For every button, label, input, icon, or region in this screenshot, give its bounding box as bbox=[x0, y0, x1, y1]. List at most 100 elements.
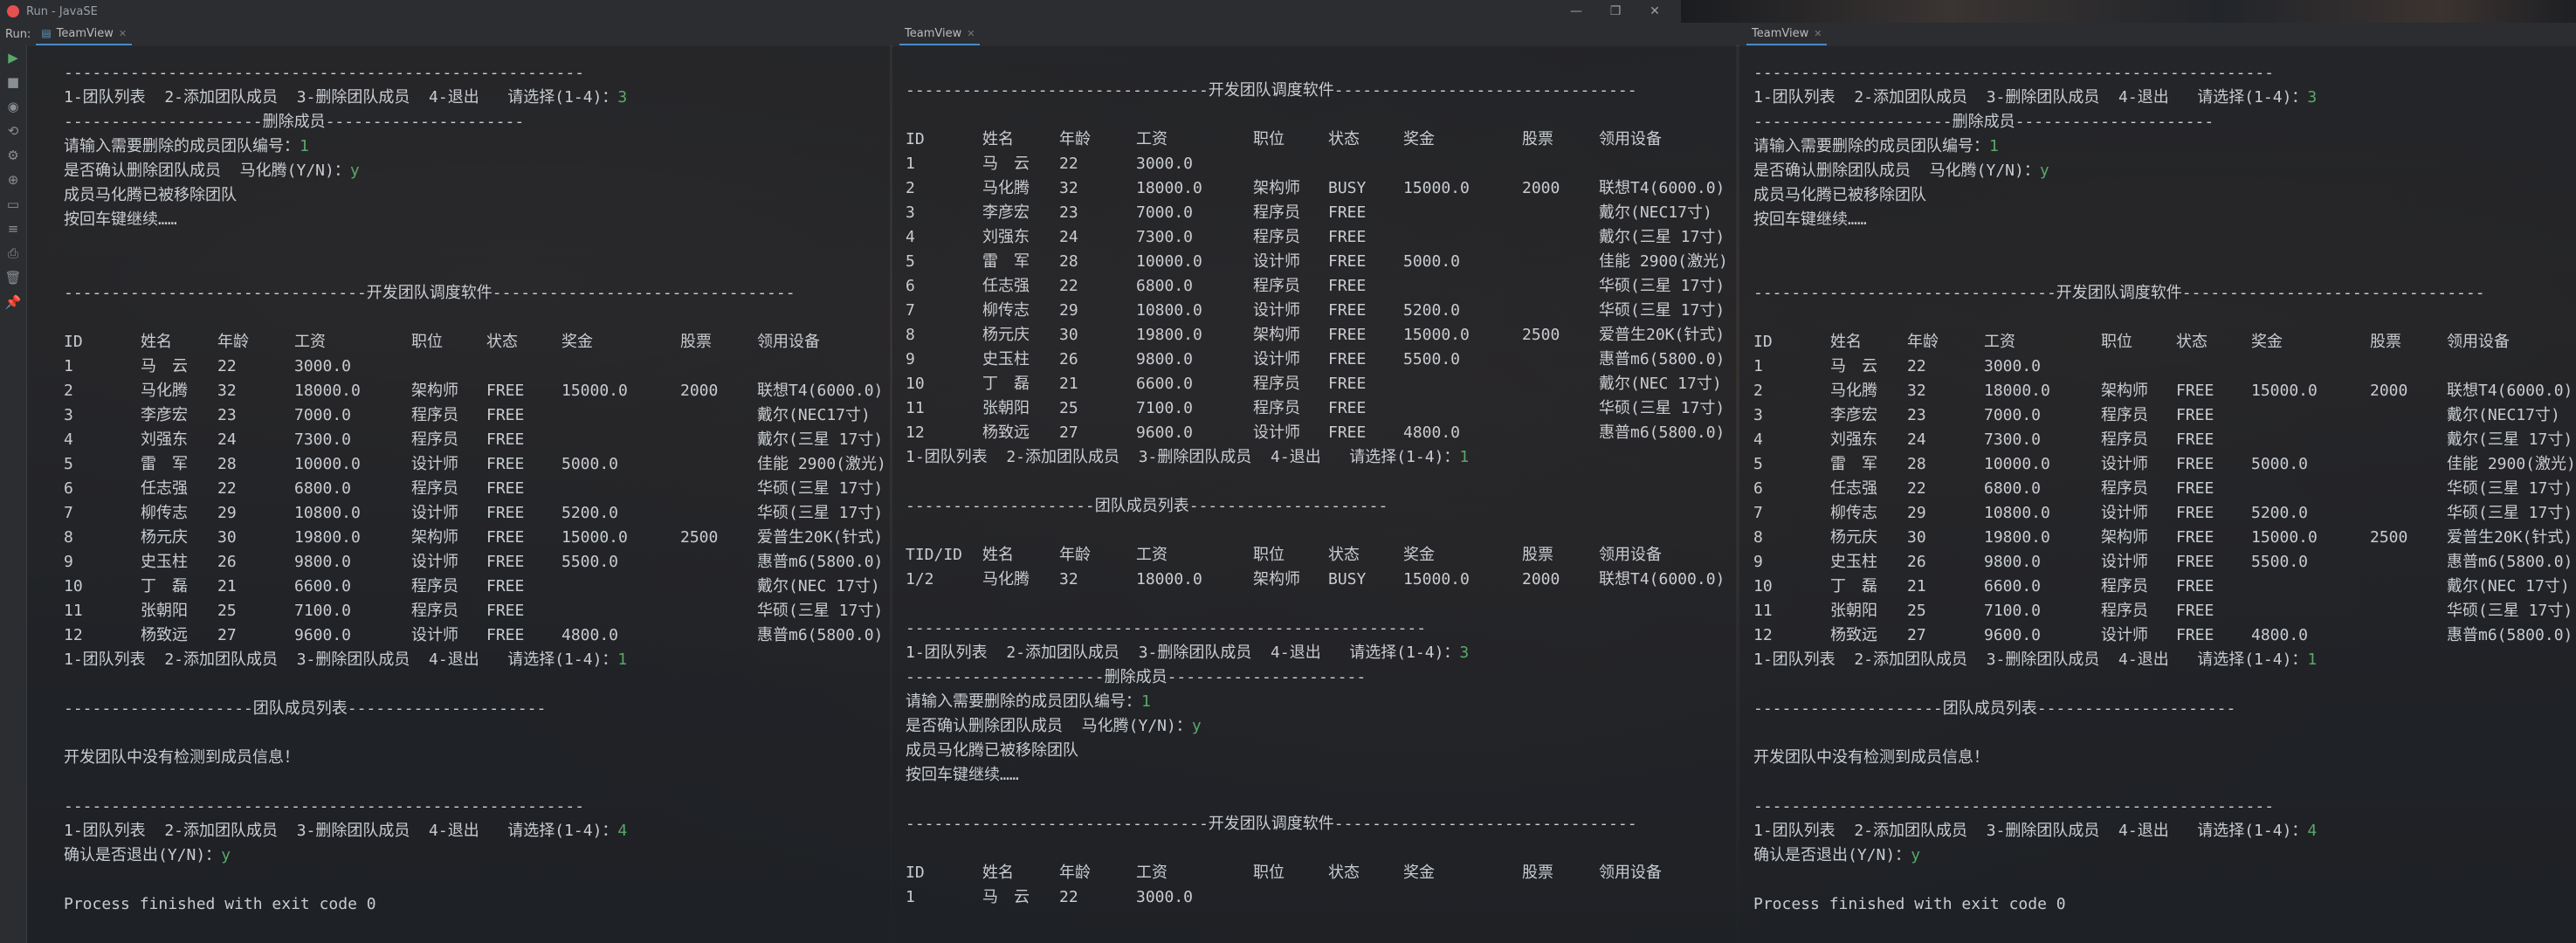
cell-role: 程序员 bbox=[1253, 399, 1300, 417]
cell-status: FREE bbox=[486, 626, 525, 644]
run-tabbar-2: TeamView ✕ bbox=[891, 23, 1738, 46]
cell-bonus: 奖金 bbox=[2251, 333, 2283, 351]
cell-name: 张朝阳 bbox=[141, 602, 188, 620]
restore-layout-icon[interactable]: ⟲ bbox=[0, 119, 26, 143]
console-pane-left[interactable]: ----------------------------------------… bbox=[27, 45, 890, 943]
console-pane-middle[interactable]: --------------------------------开发团队调度软件… bbox=[892, 45, 1736, 943]
team-list-header: --------------------团队成员列表--------------… bbox=[1753, 699, 2236, 718]
layout-icon[interactable]: ▭ bbox=[0, 192, 26, 217]
cell-equipment: 爱普生20K(针式) bbox=[2447, 528, 2573, 547]
trash-icon[interactable]: 🗑 bbox=[0, 265, 26, 290]
cell-stock: 股票 bbox=[1522, 130, 1553, 148]
table-row: 9 史玉柱 26 9800.0 设计师 FREE 5500.0 惠普m6(5800.0) bbox=[64, 550, 890, 575]
separator: ----------------------------------------… bbox=[1753, 797, 2275, 816]
cell-role: 程序员 bbox=[411, 577, 458, 595]
cell-id: 1 bbox=[906, 155, 915, 173]
menu-prompt: 1-团队列表 2-添加团队成员 3-删除团队成员 4-退出 请选择(1-4)：3 bbox=[906, 644, 1470, 662]
cell-age: 年龄 bbox=[217, 333, 249, 351]
cell-name: 姓名 bbox=[982, 130, 1014, 148]
cell-status: FREE bbox=[1328, 228, 1367, 246]
tab-teamview[interactable]: ▤ TeamView ✕ bbox=[36, 23, 133, 45]
team-list-header: --------------------团队成员列表--------------… bbox=[906, 497, 1388, 515]
cell-age: 22 bbox=[1059, 888, 1078, 906]
cell-salary: 7100.0 bbox=[1136, 399, 1194, 417]
cell-salary: 6600.0 bbox=[294, 577, 352, 595]
cell-status: FREE bbox=[486, 553, 525, 571]
cell-status: FREE bbox=[2176, 626, 2214, 644]
table-header: ID 姓名 年龄 工资 职位 状态 奖金 股票 领用设备 bbox=[64, 330, 890, 354]
cell-role: 设计师 bbox=[2101, 504, 2148, 522]
cell-age: 21 bbox=[1059, 375, 1078, 393]
cell-bonus: 奖金 bbox=[1403, 864, 1435, 882]
cell-bonus: 奖金 bbox=[1403, 546, 1435, 564]
team-table-row: 1/2 马化腾 32 18000.0 架构师 BUSY 15000.0 2000 联想T4(60… bbox=[906, 568, 1736, 592]
pin-tab-icon[interactable]: 📌 bbox=[0, 290, 26, 314]
cell-bonus: 5200.0 bbox=[2251, 504, 2309, 522]
cell-bonus: 15000.0 bbox=[561, 382, 628, 400]
wrap-icon[interactable]: ≡ bbox=[0, 217, 26, 241]
tab-teamview[interactable]: TeamView ✕ bbox=[1746, 23, 1828, 45]
cell-role: 程序员 bbox=[2101, 430, 2148, 449]
minimize-icon[interactable]: — bbox=[1559, 0, 1594, 23]
cell-equipment: 华硕(三星 17寸) bbox=[757, 479, 884, 498]
cell-id: 3 bbox=[1753, 406, 1763, 424]
delete-header: ---------------------删除成员---------------… bbox=[1753, 113, 2214, 131]
cell-age: 32 bbox=[217, 382, 237, 400]
cell-role: 程序员 bbox=[1253, 203, 1300, 222]
cell-name: 刘强东 bbox=[982, 228, 1030, 246]
cell-salary: 18000.0 bbox=[1136, 570, 1202, 589]
cell-salary: 7000.0 bbox=[1984, 406, 2042, 424]
cell-status: 状态 bbox=[486, 333, 518, 351]
cell-name: 史玉柱 bbox=[982, 350, 1030, 368]
table-row: 8 杨元庆 30 19800.0 架构师 FREE 15000.0 2500 爱普生20K(针式… bbox=[1753, 526, 2576, 550]
cell-status: BUSY bbox=[1328, 570, 1367, 589]
stop-icon[interactable]: ■ bbox=[0, 70, 26, 94]
table-row: 7 柳传志 29 10800.0 设计师 FREE 5200.0 华硕(三星 17寸) bbox=[1753, 501, 2576, 526]
cell-role: 架构师 bbox=[1253, 570, 1300, 589]
settings-icon[interactable]: ⚙ bbox=[0, 143, 26, 168]
cell-name: 马 云 bbox=[141, 357, 188, 375]
cell-age: 22 bbox=[217, 479, 237, 498]
confirm-exit: 确认是否退出(Y/N)：y bbox=[1753, 846, 1921, 864]
close-icon[interactable]: ✕ bbox=[1637, 0, 1672, 23]
process-finished: Process finished with exit code 0 bbox=[64, 895, 376, 913]
tab-close-icon[interactable]: ✕ bbox=[967, 28, 975, 39]
cell-status: 状态 bbox=[1328, 864, 1360, 882]
cell-equipment: 惠普m6(5800.0) bbox=[2447, 626, 2573, 644]
tab-close-icon[interactable]: ✕ bbox=[119, 28, 127, 39]
cell-stock: 股票 bbox=[680, 333, 712, 351]
cell-age: 30 bbox=[217, 528, 237, 547]
cell-id: 12 bbox=[64, 626, 83, 644]
menu-prompt: 1-团队列表 2-添加团队成员 3-删除团队成员 4-退出 请选择(1-4)：4 bbox=[1753, 822, 2318, 840]
main-title: --------------------------------开发团队调度软件… bbox=[906, 815, 1637, 833]
separator: ----------------------------------------… bbox=[64, 64, 585, 82]
table-row: 1 马 云 22 3000.0 bbox=[906, 152, 1736, 176]
process-finished: Process finished with exit code 0 bbox=[1753, 895, 2066, 913]
print-icon[interactable]: ⎙ bbox=[0, 241, 26, 265]
window-title: Run - JavaSE bbox=[26, 4, 98, 18]
cell-equipment: 领用设备 bbox=[1599, 546, 1662, 564]
run-label: Run: bbox=[5, 27, 31, 41]
camera-icon[interactable]: ◉ bbox=[0, 94, 26, 119]
cell-status: FREE bbox=[2176, 577, 2214, 595]
cell-equipment: 佳能 2900(激光) bbox=[757, 455, 886, 473]
table-row: 4 刘强东 24 7300.0 程序员 FREE 戴尔(三星 17寸) bbox=[64, 428, 890, 452]
cell-age: 30 bbox=[1907, 528, 1926, 547]
cell-role: 设计师 bbox=[411, 626, 458, 644]
cell-name: 马 云 bbox=[982, 888, 1030, 906]
cell-id: 10 bbox=[1753, 577, 1773, 595]
table-row: 11 张朝阳 25 7100.0 程序员 FREE 华硕(三星 17寸) bbox=[64, 599, 890, 623]
cell-equipment: 惠普m6(5800.0) bbox=[757, 553, 884, 571]
pin-icon[interactable]: ⊕ bbox=[0, 168, 26, 192]
cell-salary: 19800.0 bbox=[1136, 326, 1202, 344]
console-pane-right[interactable]: ----------------------------------------… bbox=[1739, 45, 2576, 943]
restore-icon[interactable]: ❐ bbox=[1598, 0, 1633, 23]
tab-teamview[interactable]: TeamView ✕ bbox=[899, 23, 981, 45]
cell-id: 1 bbox=[1753, 357, 1763, 375]
tab-close-icon[interactable]: ✕ bbox=[1814, 28, 1822, 39]
cell-name: 史玉柱 bbox=[1830, 553, 1877, 571]
rerun-icon[interactable]: ▶ bbox=[0, 45, 26, 70]
cell-salary: 18000.0 bbox=[1984, 382, 2050, 400]
removed-msg: 成员马化腾已被移除团队 bbox=[64, 186, 237, 204]
cell-stock: 股票 bbox=[1522, 546, 1553, 564]
